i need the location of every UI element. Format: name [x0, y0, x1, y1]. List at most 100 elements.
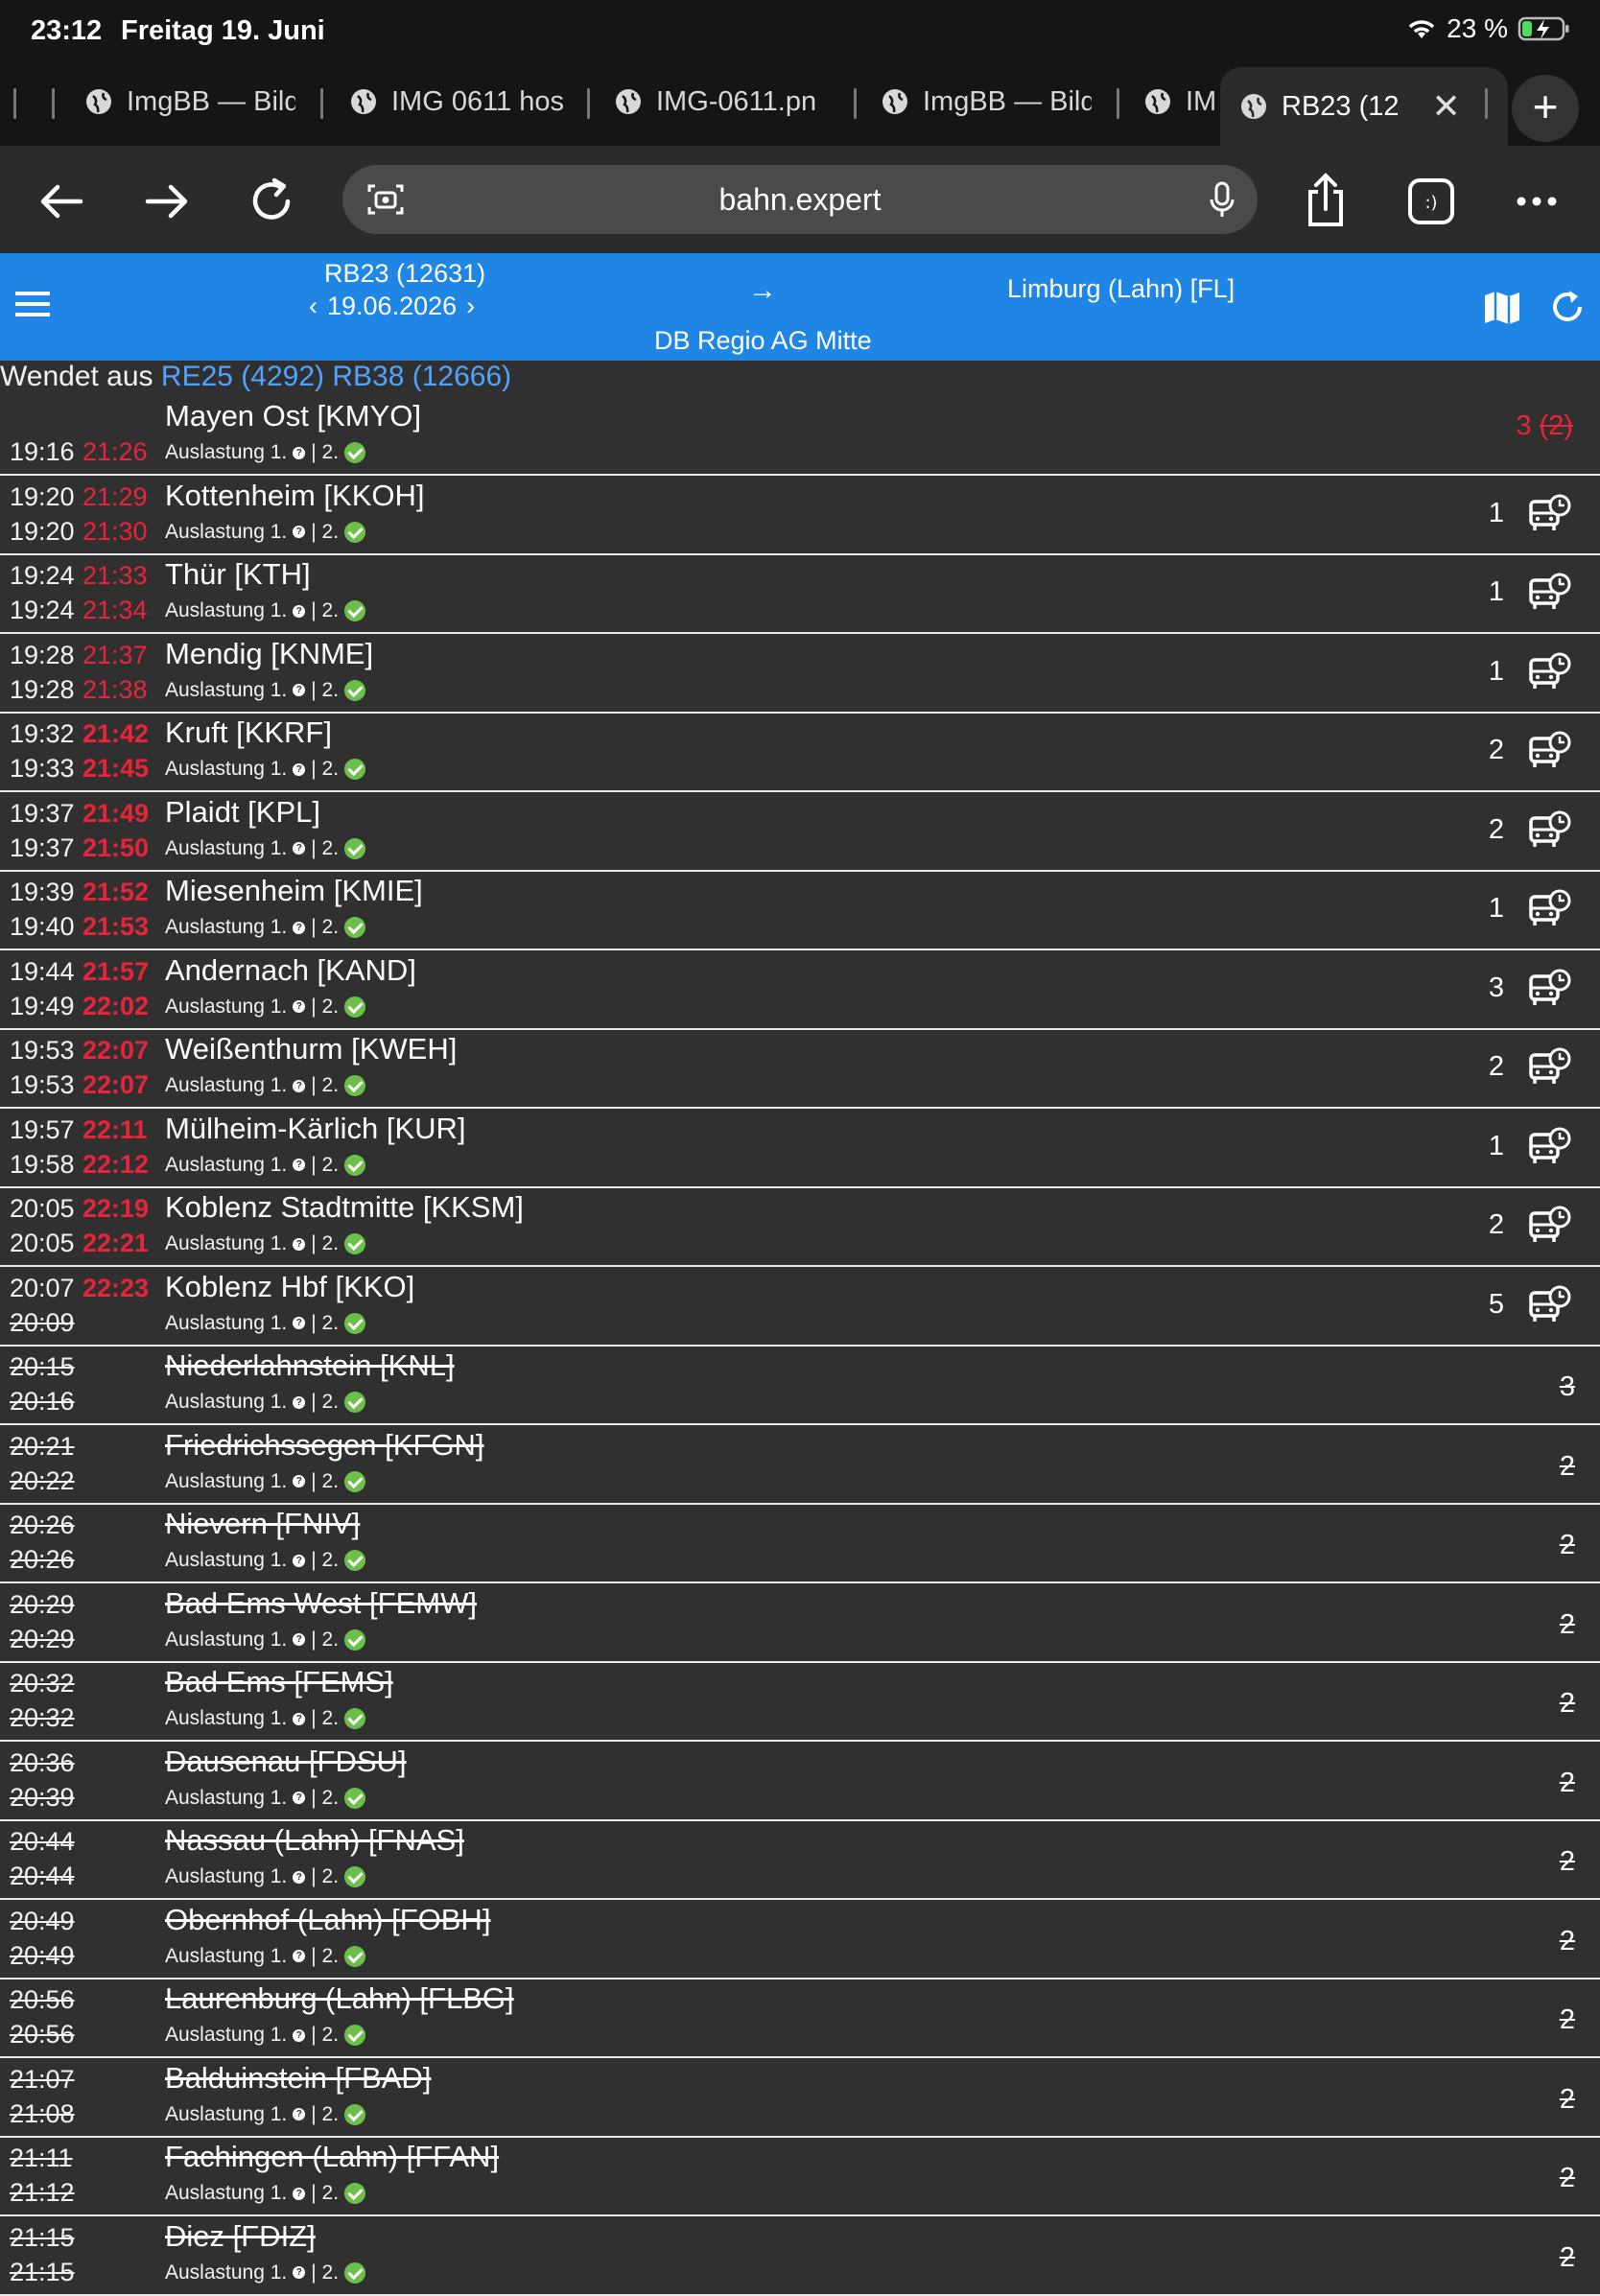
menu-icon[interactable] — [13, 290, 52, 318]
station-name[interactable]: Mülheim-Kärlich [KUR] — [165, 1112, 466, 1146]
stop-row[interactable]: 21:11 21:12 Fachingen (Lahn) [FFAN] Auslast… — [0, 2136, 1600, 2216]
platform: 1 — [1488, 893, 1504, 924]
forward-icon[interactable] — [138, 173, 196, 230]
bus-replacement-icon — [1529, 1206, 1571, 1246]
reload-icon[interactable] — [244, 173, 301, 230]
station-name[interactable]: Nassau (Lahn) [FNAS] — [165, 1823, 464, 1858]
platform: 2 — [1488, 735, 1504, 765]
station-name[interactable]: Dausenau [FDSU] — [165, 1745, 407, 1779]
stop-row[interactable]: 19:37 19:37 21:49 21:50 Plaidt [KPL] Auslastu… — [0, 791, 1600, 872]
station-name[interactable]: Laurenburg (Lahn) [FLBG] — [165, 1981, 514, 2016]
tab-im[interactable]: IM — [1143, 71, 1220, 132]
low-occupancy-check-icon — [344, 1945, 366, 1967]
arrival-time: 19:32 — [10, 719, 75, 748]
bus-replacement-icon — [1529, 731, 1571, 771]
station-name[interactable]: Bad Ems [FEMS] — [165, 1665, 393, 1699]
arrival-time: 20:49 — [10, 1906, 75, 1935]
low-occupancy-check-icon — [344, 1233, 366, 1254]
station-name[interactable]: Niederlahnstein [KNL] — [165, 1348, 455, 1383]
stop-row[interactable]: 20:56 20:56 Laurenburg (Lahn) [FLBG] Auslas… — [0, 1978, 1600, 2058]
stop-row[interactable]: 19:28 19:28 21:37 21:38 Mendig [KNME] Auslast… — [0, 633, 1600, 714]
tab-rb23-active[interactable]: RB23 (12 ✕ — [1220, 67, 1508, 146]
next-day-icon[interactable]: › — [466, 292, 475, 321]
stop-row[interactable]: 19:44 19:49 21:57 22:02 Andernach [KAND] Ausl… — [0, 949, 1600, 1030]
bus-replacement-icon — [1529, 1127, 1571, 1167]
tab-separator — [587, 88, 590, 119]
station-name[interactable]: Koblenz Hbf [KKO] — [165, 1270, 414, 1304]
stop-row[interactable]: 19:24 19:24 21:33 21:34 Thür [KTH] Auslastung… — [0, 553, 1600, 634]
station-name[interactable]: Kruft [KKRF] — [165, 715, 332, 750]
occupancy-second-class-label: | 2. — [311, 758, 340, 780]
station-name[interactable]: Kottenheim [KKOH] — [165, 479, 425, 513]
low-occupancy-check-icon — [344, 1866, 366, 1887]
stop-row[interactable]: 19:16 21:26 Mayen Ost [KMYO] Auslastung 1.?… — [0, 395, 1600, 476]
stop-row[interactable]: 21:07 21:08 Balduinstein [FBAD] Auslastung … — [0, 2057, 1600, 2138]
stop-row[interactable]: 19:57 19:58 22:11 22:12 Mülheim-Kärlich [KUR… — [0, 1108, 1600, 1188]
back-icon[interactable] — [33, 173, 90, 230]
stop-row[interactable]: 20:44 20:44 Nassau (Lahn) [FNAS] Auslastung… — [0, 1819, 1600, 1900]
turnaround-link-re25[interactable]: RE25 (4292) — [161, 361, 324, 392]
microphone-icon[interactable] — [1208, 180, 1236, 219]
stop-row[interactable]: 20:15 20:16 Niederlahnstein [KNL] Auslastun… — [0, 1345, 1600, 1425]
tab-imgbb-2[interactable]: ImgBB — Bild — [881, 71, 1092, 132]
occupancy-second-class-label: | 2. — [311, 1232, 340, 1254]
stop-row[interactable]: 20:49 20:49 Obernhof (Lahn) [FOBH] Auslastu… — [0, 1899, 1600, 1980]
bus-replacement-icon — [1529, 1047, 1571, 1088]
refresh-icon[interactable] — [1548, 288, 1587, 326]
station-name[interactable]: Bad Ems West [FEMW] — [165, 1586, 477, 1621]
tabs-overview-icon[interactable]: :) — [1402, 173, 1460, 230]
occupancy-info: Auslastung 1.? | 2. — [165, 996, 366, 1019]
new-tab-button[interactable]: + — [1512, 75, 1579, 142]
occupancy-second-class-label: | 2. — [311, 916, 340, 938]
occupancy-info: Auslastung 1.? | 2. — [165, 916, 366, 939]
occupancy-second-class-label: | 2. — [311, 2182, 340, 2204]
address-bar[interactable]: bahn.expert — [342, 165, 1258, 234]
tab-img-0611-hos[interactable]: IMG 0611 hos — [349, 71, 570, 132]
stop-row[interactable]: 19:53 19:53 22:07 22:07 Weißenthurm [KWEH] Au… — [0, 1028, 1600, 1109]
low-occupancy-check-icon — [344, 1312, 366, 1334]
station-name[interactable]: Koblenz Stadtmitte [KKSM] — [165, 1190, 524, 1225]
station-name[interactable]: Fachingen (Lahn) [FFAN] — [165, 2140, 499, 2174]
stop-row[interactable]: 19:39 19:40 21:52 21:53 Miesenheim [KMIE] Aus… — [0, 870, 1600, 950]
share-icon[interactable] — [1297, 173, 1354, 230]
stop-row[interactable]: 20:29 20:29 Bad Ems West [FEMW] Auslastung … — [0, 1582, 1600, 1663]
map-icon[interactable] — [1483, 290, 1521, 326]
stop-row[interactable]: 21:15 21:15 Diez [FDIZ] Auslastung 1.? | 2. 2 — [0, 2215, 1600, 2296]
operator: DB Regio AG Mitte — [654, 326, 872, 355]
previous-day-icon[interactable]: ‹ — [309, 292, 318, 321]
tab-imgbb-1[interactable]: ImgBB — Bild — [84, 71, 295, 132]
occupancy-second-class-label: | 2. — [311, 1469, 340, 1492]
status-indicators: 23 % — [1406, 13, 1571, 44]
stop-row[interactable]: 20:07 20:09 22:23 Koblenz Hbf [KKO] Auslastu… — [0, 1266, 1600, 1347]
stop-row[interactable]: 20:21 20:22 Friedrichssegen [KFGN] Auslastu… — [0, 1424, 1600, 1505]
departure-time: 21:08 — [10, 2098, 75, 2128]
turnaround-link-rb38[interactable]: RB38 (12666) — [332, 361, 511, 392]
tab-img-0611-png[interactable]: IMG-0611.pn — [614, 71, 835, 132]
station-name[interactable]: Miesenheim [KMIE] — [165, 874, 423, 908]
stop-row[interactable]: 19:32 19:33 21:42 21:45 Kruft [KKRF] Auslastu… — [0, 712, 1600, 792]
stop-row[interactable]: 19:20 19:20 21:29 21:30 Kottenheim [KKOH] Aus… — [0, 475, 1600, 555]
occupancy-label: Auslastung 1. — [165, 1153, 288, 1176]
station-name[interactable]: Obernhof (Lahn) [FOBH] — [165, 1903, 490, 1937]
station-name[interactable]: Mayen Ost [KMYO] — [165, 399, 421, 433]
stop-row[interactable]: 20:36 20:39 Dausenau [FDSU] Auslastung 1.? |… — [0, 1741, 1600, 1821]
close-tab-icon[interactable]: ✕ — [1432, 86, 1461, 127]
platform: 2 — [1559, 2241, 1575, 2273]
station-name[interactable]: Diez [FDIZ] — [165, 2219, 316, 2254]
station-name[interactable]: Plaidt [KPL] — [165, 795, 320, 830]
station-name[interactable]: Nievern [FNIV] — [165, 1507, 360, 1541]
unknown-occupancy-icon: ? — [293, 446, 306, 459]
more-icon[interactable] — [1508, 173, 1565, 230]
station-name[interactable]: Friedrichssegen [KFGN] — [165, 1428, 484, 1463]
platform: 1 — [1488, 497, 1504, 528]
arrival-delay: 22:11 — [82, 1114, 148, 1144]
stop-row[interactable]: 20:32 20:32 Bad Ems [FEMS] Auslastung 1.? | … — [0, 1661, 1600, 1742]
station-name[interactable]: Balduinstein [FBAD] — [165, 2061, 431, 2096]
occupancy-label: Auslastung 1. — [165, 1232, 288, 1254]
stop-row[interactable]: 20:05 20:05 22:19 22:21 Koblenz Stadtmitte [… — [0, 1186, 1600, 1267]
station-name[interactable]: Thür [KTH] — [165, 557, 311, 592]
station-name[interactable]: Weißenthurm [KWEH] — [165, 1032, 457, 1066]
station-name[interactable]: Andernach [KAND] — [165, 953, 416, 988]
stop-row[interactable]: 20:26 20:26 Nievern [FNIV] Auslastung 1.? | … — [0, 1503, 1600, 1583]
station-name[interactable]: Mendig [KNME] — [165, 637, 373, 671]
